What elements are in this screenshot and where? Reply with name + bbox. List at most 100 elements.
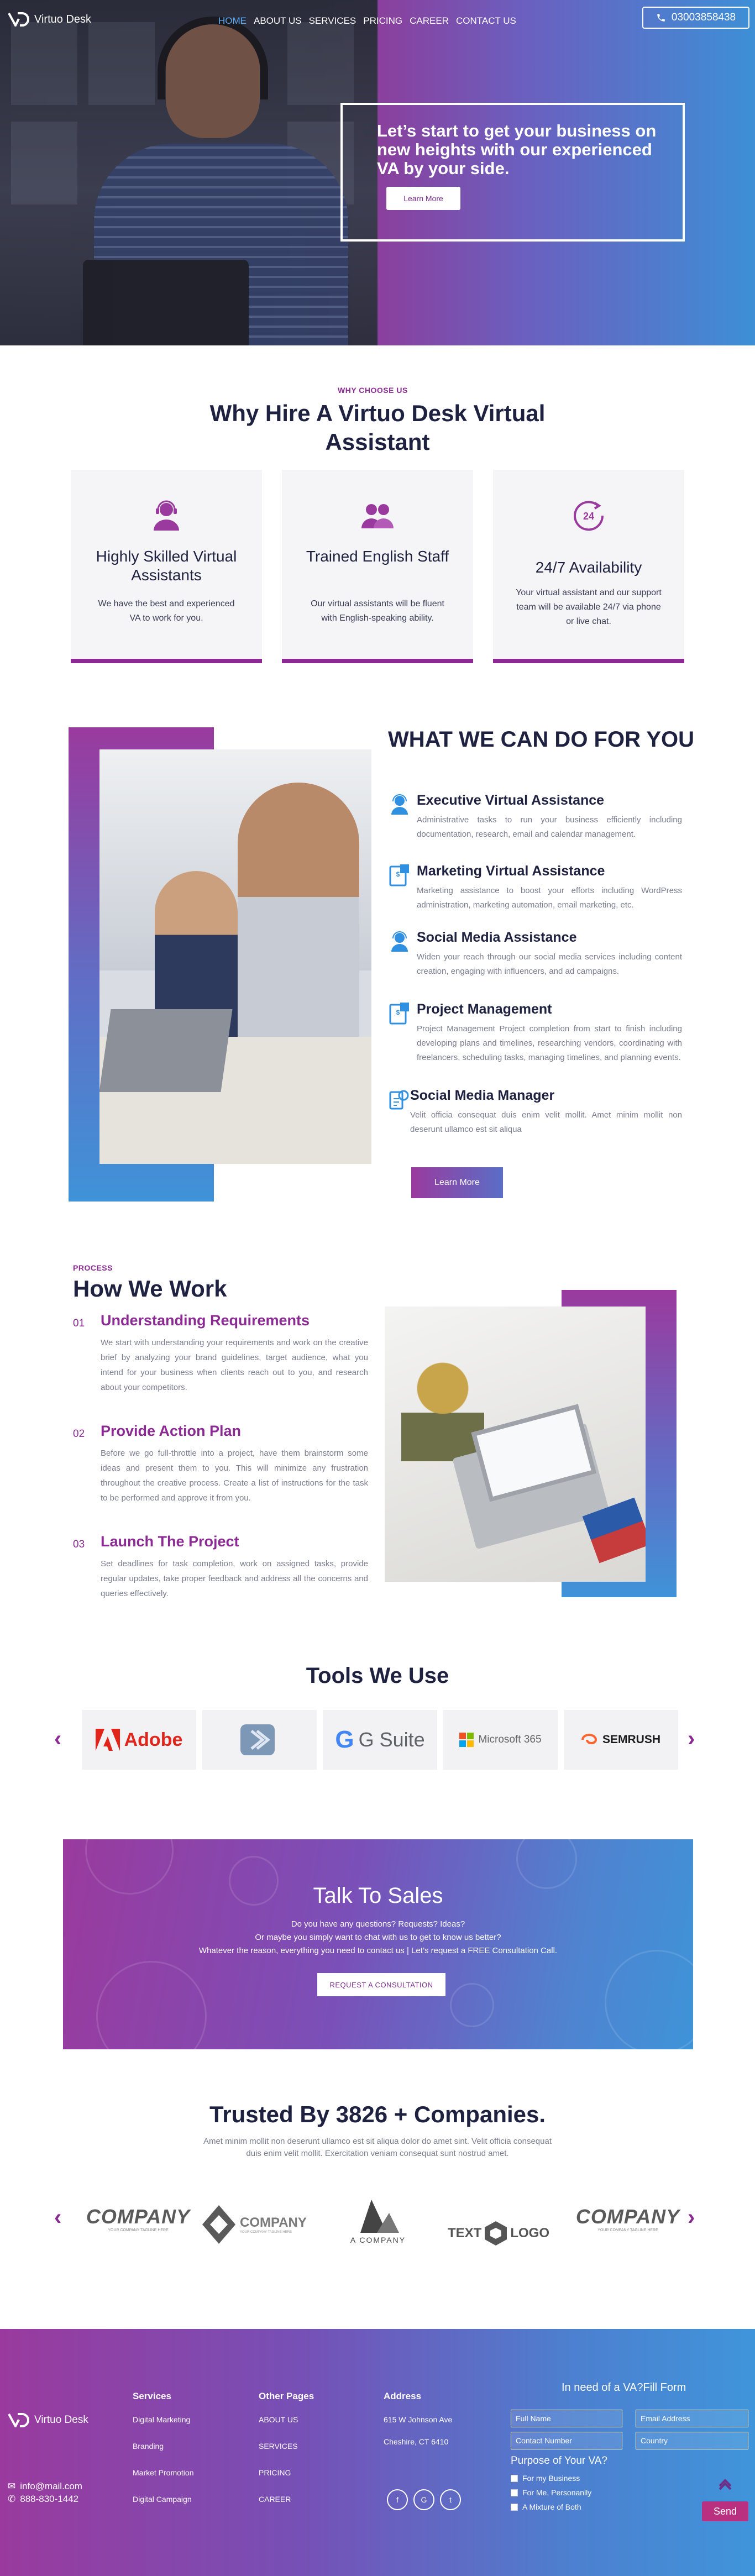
scroll-to-top-icon[interactable] <box>717 2476 733 2491</box>
footer-link-digital-marketing[interactable]: Digital Marketing <box>133 2415 190 2424</box>
service-item: Executive Virtual Assistance Administrat… <box>388 793 682 859</box>
phone-button[interactable]: 03003858438 <box>642 7 749 29</box>
logo-icon <box>8 2413 29 2427</box>
card-title: Trained English Staff <box>306 548 449 565</box>
tool-logo-gsuite: G G Suite <box>323 1710 437 1770</box>
hero-learn-more-button[interactable]: Learn More <box>386 187 460 210</box>
service-item: $ Marketing Virtual Assistance Marketing… <box>388 863 682 930</box>
option-label: For my Business <box>522 2474 580 2483</box>
logo-tagline: YOUR COMPANY TAGLINE HERE <box>108 2228 169 2232</box>
google-icon[interactable]: G <box>413 2489 434 2510</box>
why-cards: Highly Skilled Virtual Assistants We hav… <box>71 470 684 663</box>
mountain-logo-icon <box>360 2200 399 2233</box>
page: Virtuo Desk HOME ABOUT US SERVICES PRICI… <box>0 0 755 2576</box>
tool-name: Adobe <box>124 1729 183 1750</box>
logo-name-2: LOGO <box>510 2226 550 2241</box>
email-icon: ✉ <box>8 2481 16 2491</box>
email-input[interactable] <box>636 2410 748 2427</box>
phone-icon: ✆ <box>8 2494 16 2504</box>
svg-text:$: $ <box>396 1009 400 1016</box>
footer-email-text: info@mail.com <box>20 2481 82 2491</box>
nav-home[interactable]: HOME <box>218 15 247 27</box>
footer-logo[interactable]: Virtuo Desk <box>8 2413 88 2427</box>
logo-name: COMPANY <box>240 2215 307 2230</box>
brand-logo[interactable]: Virtuo Desk <box>8 12 91 27</box>
step-number: 02 <box>73 1428 85 1440</box>
footer-phone[interactable]: ✆ 888-830-1442 <box>8 2494 78 2505</box>
services-photo <box>99 749 371 1164</box>
phone-icon <box>657 14 665 22</box>
company-logo: COMPANY YOUR COMPANY TAGLINE HERE <box>202 2200 313 2249</box>
card-text: We have the best and experienced VA to w… <box>98 599 235 623</box>
full-name-input[interactable] <box>511 2410 622 2427</box>
send-button[interactable]: Send <box>702 2501 748 2521</box>
footer-link-career[interactable]: CAREER <box>259 2495 291 2504</box>
purpose-title: Purpose of Your VA? <box>511 2455 607 2467</box>
nav-services[interactable]: SERVICES <box>309 15 356 27</box>
option-personally[interactable]: For Me, Personanlly <box>511 2488 591 2497</box>
social-icon <box>391 931 408 952</box>
nav-pricing[interactable]: PRICING <box>363 15 402 27</box>
diamond-logo-icon <box>202 2205 235 2244</box>
card-text: Our virtual assistants will be fluent wi… <box>311 599 444 623</box>
footer-link-market-promotion[interactable]: Market Promotion <box>133 2468 193 2477</box>
option-for-my-business[interactable]: For my Business <box>511 2474 580 2483</box>
footer-phone-text: 888-830-1442 <box>20 2494 79 2504</box>
nav-career[interactable]: CAREER <box>410 15 449 27</box>
service-text: Project Management Project completion fr… <box>417 1024 682 1062</box>
svg-text:$: $ <box>396 870 400 878</box>
process-step: 02 Provide Action Plan Before we go full… <box>73 1423 371 1522</box>
service-item: Social Media Assistance Widen your reach… <box>388 930 682 996</box>
step-text: Before we go full-throttle into a projec… <box>101 1449 368 1503</box>
twitter-icon[interactable]: t <box>440 2489 461 2510</box>
footer-email[interactable]: ✉ info@mail.com <box>8 2481 82 2492</box>
service-title: Marketing Virtual Assistance <box>417 863 605 879</box>
form-title: In need of a VA?Fill Form <box>562 2381 686 2394</box>
checkbox[interactable] <box>511 2503 518 2511</box>
hexagon-logo-icon <box>485 2221 507 2246</box>
country-input[interactable] <box>636 2432 748 2449</box>
company-logo: COMPANY YOUR COMPANY TAGLINE HERE <box>83 2200 193 2249</box>
contact-number-input[interactable] <box>511 2432 622 2449</box>
footer-link-about-us[interactable]: ABOUT US <box>259 2415 298 2424</box>
footer-link-services[interactable]: SERVICES <box>259 2442 298 2451</box>
brand-name: Virtuo Desk <box>34 13 92 25</box>
address-column-title: Address <box>384 2391 422 2401</box>
checkbox[interactable] <box>511 2474 518 2482</box>
step-text: We start with understanding your require… <box>101 1338 368 1392</box>
option-mixture[interactable]: A Mixture of Both <box>511 2502 581 2511</box>
why-card: Trained English Staff Our virtual assist… <box>282 470 473 663</box>
service-title: Social Media Assistance <box>417 930 577 945</box>
tools-prev-arrow[interactable]: ‹ <box>54 1727 61 1751</box>
service-title: Project Management <box>417 1001 552 1017</box>
step-title: Understanding Requirements <box>101 1312 310 1329</box>
nav-about-us[interactable]: ABOUT US <box>254 15 302 27</box>
checkbox[interactable] <box>511 2489 518 2496</box>
tool-logo-microsoft-365: Microsoft 365 <box>443 1710 558 1770</box>
other-pages-column-title: Other Pages <box>259 2391 314 2401</box>
footer-link-branding[interactable]: Branding <box>133 2442 164 2451</box>
address-line: 615 W Johnson Ave <box>384 2415 453 2424</box>
facebook-icon[interactable]: f <box>387 2489 408 2510</box>
microsoft-icon <box>459 1733 474 1747</box>
process-title: How We Work <box>73 1276 227 1302</box>
card-title: Highly Skilled Virtual Assistants <box>96 548 237 584</box>
card-title: 24/7 Availability <box>535 559 642 576</box>
process-photo <box>385 1307 646 1582</box>
nav-contact-us[interactable]: CONTACT US <box>456 15 516 27</box>
trusted-title: Trusted By 3826 + Companies. <box>209 2101 546 2127</box>
logos-prev-arrow[interactable]: ‹ <box>54 2205 61 2230</box>
services-title: WHAT WE CAN DO FOR YOU <box>388 727 695 752</box>
logo-tagline: YOUR COMPANY TAGLINE HERE <box>240 2231 292 2234</box>
footer-link-pricing[interactable]: PRICING <box>259 2468 291 2477</box>
why-card: 24 24/7 Availability Your virtual assist… <box>493 470 684 663</box>
tools-carousel: Adobe G G Suite Microsoft 365 SEMRUSH <box>82 1710 679 1770</box>
adobe-icon <box>95 1729 120 1751</box>
why-title: Why Hire A Virtuo Desk Virtual Assistant <box>209 400 546 455</box>
request-consultation-button[interactable]: REQUEST A CONSULTATION <box>317 1973 445 1996</box>
services-column-title: Services <box>133 2391 171 2401</box>
footer-link-digital-campaign[interactable]: Digital Campaign <box>133 2495 192 2504</box>
services-learn-more-button[interactable]: Learn More <box>411 1167 503 1198</box>
tools-next-arrow[interactable]: › <box>688 1727 695 1751</box>
logos-next-arrow[interactable]: › <box>688 2205 695 2230</box>
